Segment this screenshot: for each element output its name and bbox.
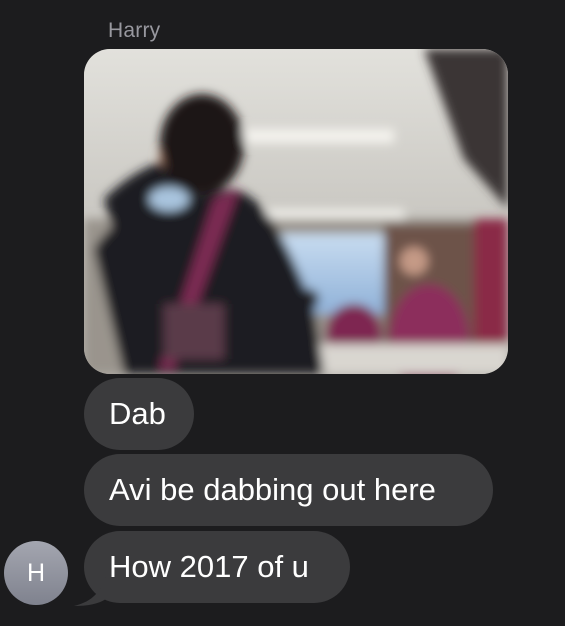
message-bubble[interactable]: How 2017 of u: [84, 531, 350, 603]
bubble-tail: [74, 577, 106, 606]
message-bubble[interactable]: Avi be dabbing out here: [84, 454, 493, 526]
message-text: How 2017 of u: [109, 549, 309, 584]
avatar[interactable]: H: [4, 541, 68, 605]
blurred-classroom-photo: [84, 49, 508, 374]
photo-attachment[interactable]: [84, 49, 508, 374]
avatar-initial: H: [26, 558, 46, 587]
sender-name: Harry: [108, 19, 161, 42]
message-bubble[interactable]: Dab: [84, 378, 194, 450]
message-text: Dab: [109, 396, 166, 431]
message-text: Avi be dabbing out here: [109, 472, 436, 507]
